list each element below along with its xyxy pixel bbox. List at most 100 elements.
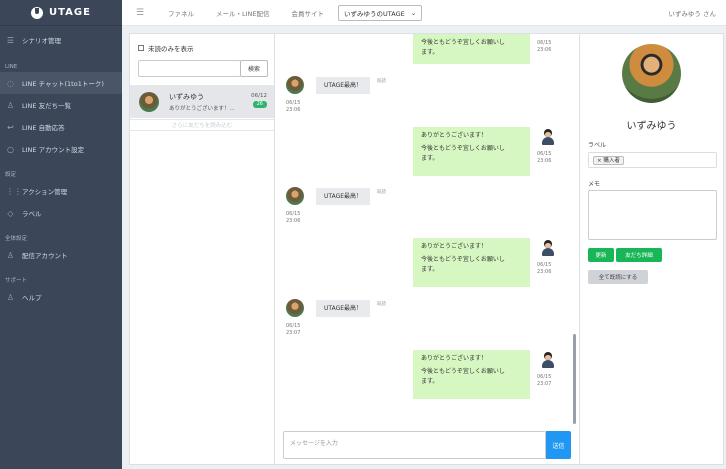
sidebar-item-label: LINE 友だち一覧 (22, 102, 72, 110)
message-line: 今後ともどうぞ宜しくお願いし (421, 145, 505, 152)
message-line: ます。 (421, 266, 439, 273)
user-icon: ♙ (6, 292, 15, 302)
sidebar-item-line-friends[interactable]: ♙ LINE 友だち一覧 (0, 94, 122, 116)
chat-preview: ありがとうございます！... (169, 105, 235, 112)
label-field-title: ラベル (588, 142, 607, 149)
chat-name: いずみゆう (169, 92, 204, 101)
memo-textarea[interactable] (588, 190, 717, 240)
message-bubble-outgoing: ありがとうございます！ 今後ともどうぞ宜しくお願いし ます。 (413, 127, 530, 176)
sidebar: UTAGE ☰ シナリオ管理 LINE ◌ LINE チャット(1to1トーク)… (0, 0, 122, 469)
list-icon: ☰ (6, 35, 15, 45)
message-panel: 今後ともどうぞ宜しくお願いし ます。 06/15 23:06 UTAGE最高！ 既… (275, 33, 579, 465)
sidebar-item-line-autoreply[interactable]: ↩ LINE 自動応答 (0, 116, 122, 138)
nav-link-mail-line[interactable]: メール・LINE配信 (216, 8, 270, 18)
nav-link-funnel[interactable]: ファネル (168, 8, 194, 18)
friend-detail-button[interactable]: 友だち詳細 (616, 248, 662, 262)
avatar (286, 187, 304, 205)
message-line: 今後ともどうぞ宜しくお願いし (421, 368, 505, 375)
unread-only-checkbox[interactable] (138, 45, 144, 51)
reply-icon: ↩ (7, 122, 14, 132)
update-button[interactable]: 更新 (588, 248, 614, 262)
chat-icon: ◌ (7, 78, 14, 88)
read-status: 既読 (377, 302, 386, 307)
sidebar-item-label: シナリオ管理 (22, 37, 61, 45)
message-bubble-incoming: UTAGE最高！ (316, 300, 371, 317)
message-timestamp: 06/15 23:06 (537, 151, 552, 164)
chat-search-input[interactable] (138, 60, 241, 77)
message-line: ありがとうございます！ (421, 132, 488, 139)
message-line: ます。 (421, 378, 439, 385)
unread-count-badge: 26 (252, 101, 267, 108)
message-input[interactable]: メッセージを入力 (283, 431, 546, 459)
sidebar-section-support: サポート (5, 278, 28, 284)
utage-logo-icon (31, 6, 44, 19)
unread-only-label: 未読のみを表示 (148, 45, 194, 53)
app-logo[interactable]: UTAGE (0, 0, 122, 26)
message-line: ありがとうございます！ (421, 243, 488, 250)
avatar (539, 128, 557, 146)
user-icon: ♙ (6, 100, 15, 110)
account-select[interactable]: いずみゆうのUTAGE ⌄ (338, 4, 423, 21)
sidebar-item-labels[interactable]: ◇ ラベル (0, 202, 122, 224)
topbar: ☰ ファネル メール・LINE配信 会員サイト いずみゆうのUTAGE ⌄ いず… (122, 0, 726, 26)
avatar (286, 76, 304, 94)
sidebar-item-label: ヘルプ (22, 294, 42, 302)
account-select-value: いずみゆうのUTAGE (344, 9, 405, 18)
message-timestamp: 06/15 23:06 (537, 40, 552, 53)
message-line: 今後ともどうぞ宜しくお願いし (421, 256, 505, 263)
tag-icon: ◇ (7, 208, 14, 218)
sidebar-item-label: LINE 自動応答 (22, 124, 65, 132)
sidebar-item-help[interactable]: ♙ ヘルプ (0, 286, 122, 308)
message-scrollbar[interactable] (573, 334, 576, 424)
user-icon: ♙ (6, 250, 15, 260)
message-line: ます。 (421, 49, 439, 56)
message-timestamp: 06/15 23:07 (286, 323, 301, 336)
label-tag[interactable]: × 購入者 (593, 156, 624, 165)
sidebar-item-label: 配信アカウント (22, 252, 68, 260)
avatar (622, 44, 681, 103)
read-status: 既読 (377, 79, 386, 84)
mark-all-read-button[interactable]: 全て既読にする (588, 270, 648, 284)
message-timestamp: 06/15 23:06 (286, 211, 301, 224)
sidebar-section-global: 全体設定 (5, 236, 28, 242)
avatar (139, 91, 159, 112)
sidebar-item-scenario[interactable]: ☰ シナリオ管理 (0, 29, 122, 51)
label-input[interactable]: × 購入者 (588, 152, 717, 168)
sidebar-item-line-chat[interactable]: ◌ LINE チャット(1to1トーク) (0, 72, 122, 94)
message-line: 今後ともどうぞ宜しくお願いし (421, 39, 505, 46)
sidebar-section-settings: 設定 (5, 172, 17, 178)
read-status: 既読 (377, 190, 386, 195)
message-line: ます。 (421, 155, 439, 162)
send-button[interactable]: 送信 (546, 431, 571, 459)
sidebar-item-actions[interactable]: ⋮⋮ アクション管理 (0, 180, 122, 202)
profile-name: いずみゆう (626, 121, 677, 132)
avatar (286, 299, 304, 317)
message-bubble-outgoing: ありがとうございます！ 今後ともどうぞ宜しくお願いし ます。 (413, 350, 530, 399)
avatar (539, 239, 557, 257)
nav-link-member-site[interactable]: 会員サイト (292, 8, 325, 18)
message-timestamp: 06/15 23:07 (537, 374, 552, 387)
profile-panel: いずみゆう ラベル × 購入者 メモ 更新 友だち詳細 全て既読にする (579, 33, 724, 465)
sidebar-item-label: アクション管理 (22, 188, 68, 196)
message-timestamp: 06/15 23:06 (286, 100, 301, 113)
hamburger-menu-icon[interactable]: ☰ (136, 8, 156, 18)
chat-date: 06/12 (251, 93, 267, 99)
unread-only-toggle[interactable]: 未読のみを表示 (138, 43, 194, 53)
user-menu[interactable]: いずみゆう さん (668, 8, 716, 18)
load-more-friends[interactable]: さらに友だちを読み込む (130, 119, 274, 131)
sidebar-item-label: ラベル (22, 210, 42, 218)
sidebar-item-label: LINE アカウント設定 (22, 146, 85, 154)
sidebar-section-line: LINE (5, 64, 18, 70)
search-button[interactable]: 検索 (240, 60, 268, 77)
message-bubble-outgoing: ありがとうございます！ 今後ともどうぞ宜しくお願いし ます。 (413, 238, 530, 287)
message-timestamp: 06/15 23:06 (537, 262, 552, 275)
grid-icon: ⋮⋮ (6, 186, 22, 196)
message-line: ありがとうございます！ (421, 355, 488, 362)
sidebar-item-line-account[interactable]: ○ LINE アカウント設定 (0, 138, 122, 160)
search-icon: ○ (7, 144, 14, 154)
message-bubble-incoming: UTAGE最高！ (316, 188, 371, 205)
avatar (539, 351, 557, 369)
sidebar-item-delivery-account[interactable]: ♙ 配信アカウント (0, 244, 122, 266)
chat-list-item[interactable]: いずみゆう ありがとうございます！... 06/12 26 (130, 85, 274, 118)
sidebar-item-label: LINE チャット(1to1トーク) (22, 80, 104, 88)
